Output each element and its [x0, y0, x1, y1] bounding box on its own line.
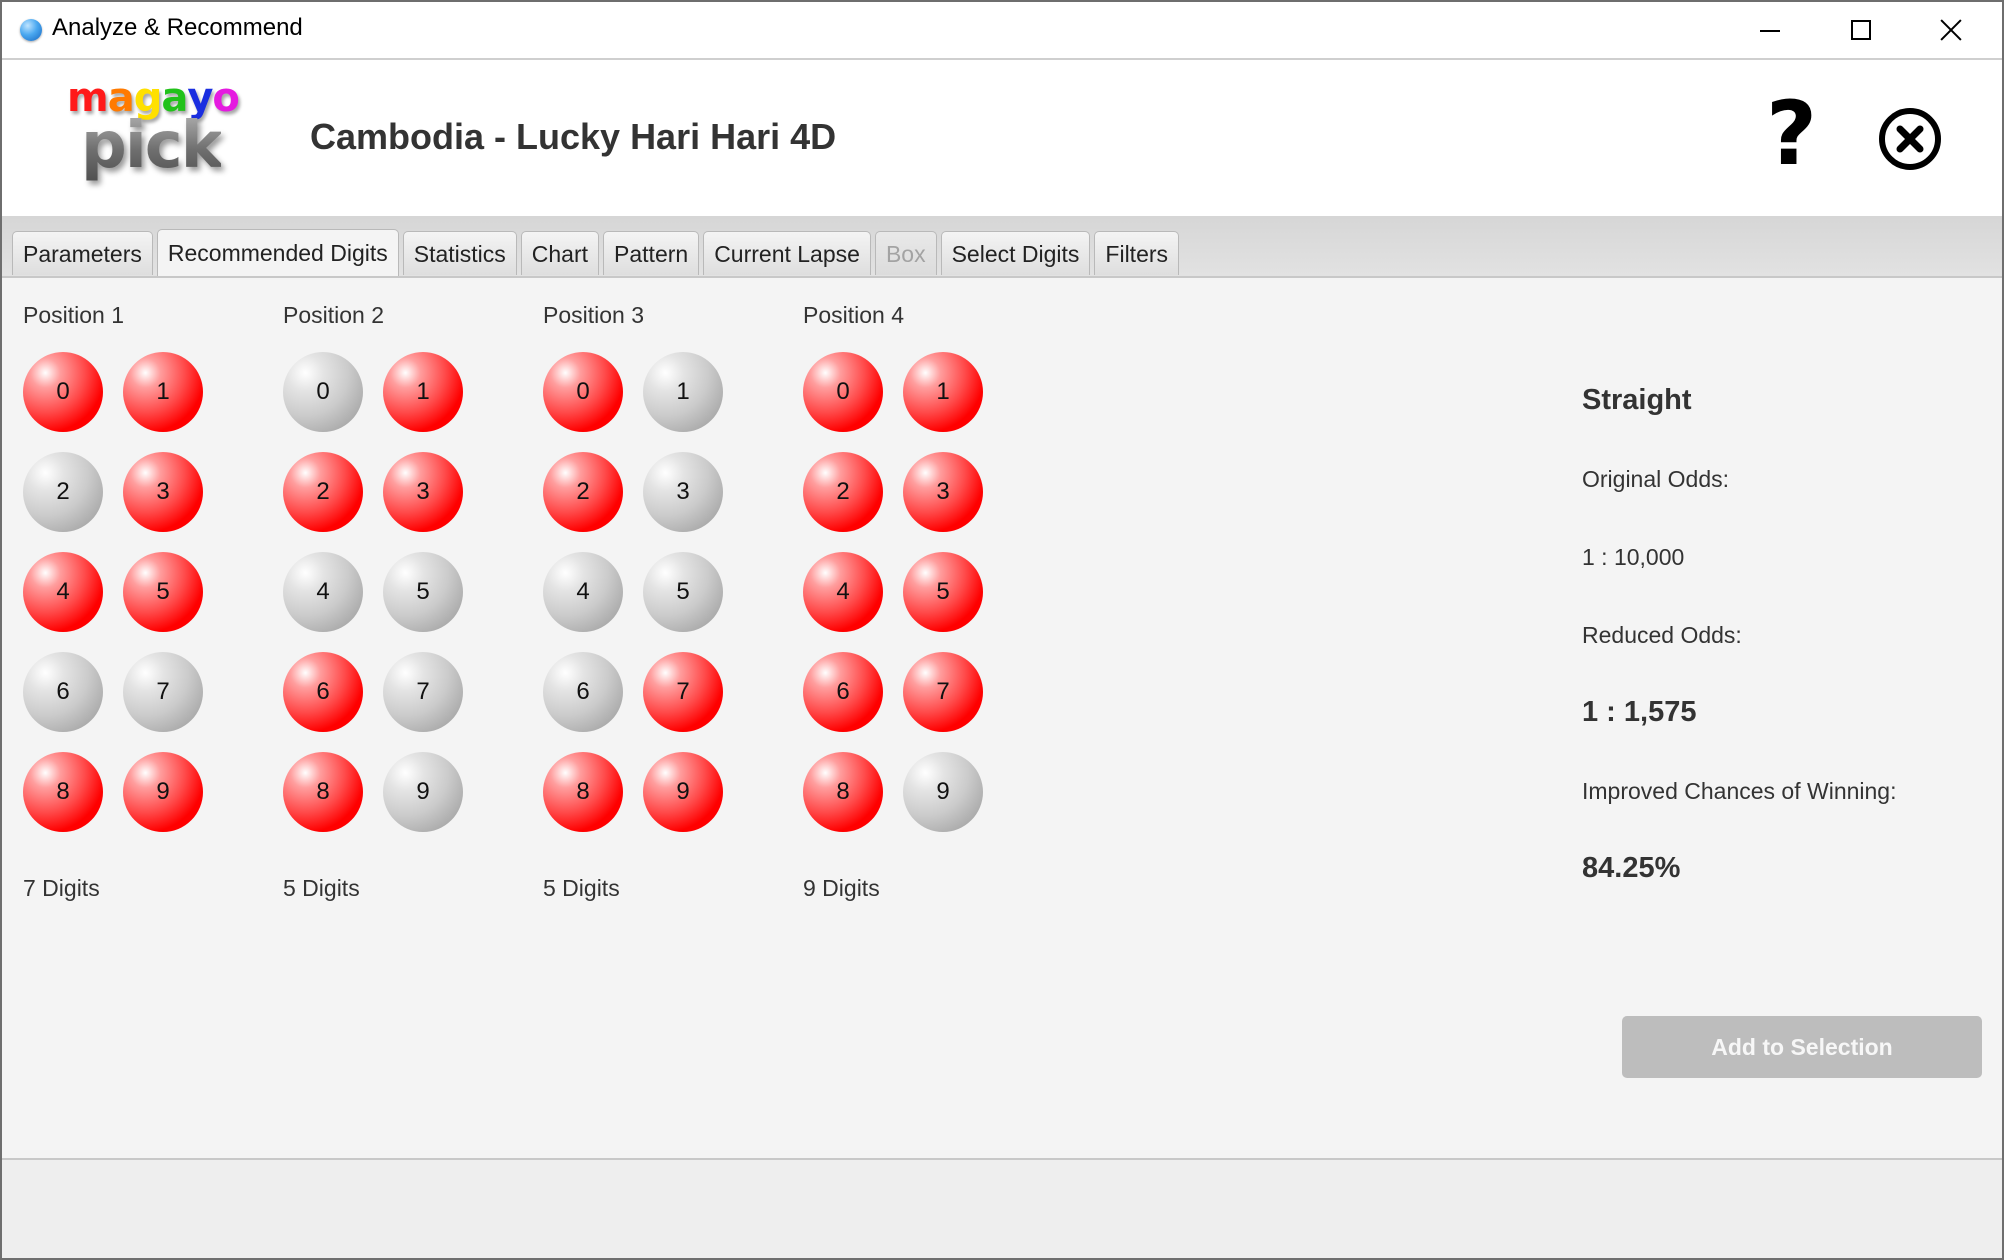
- digit-ball-3[interactable]: 3: [903, 452, 983, 532]
- bet-type-heading: Straight: [1582, 384, 1692, 416]
- improved-chances-label: Improved Chances of Winning:: [1582, 778, 1897, 804]
- digit-count-label: 7 Digits: [23, 875, 100, 901]
- digit-count-label: 5 Digits: [543, 875, 620, 901]
- title-bar: Analyze & Recommend: [2, 2, 2002, 60]
- window-close-button[interactable]: [1920, 10, 1980, 50]
- tab-bar: Parameters Recommended Digits Statistics Ch…: [2, 216, 2002, 278]
- digit-ball-3[interactable]: 3: [123, 452, 203, 532]
- header: magayo pick Cambodia - Lucky Hari Hari 4…: [2, 60, 2002, 216]
- digit-ball-1[interactable]: 1: [123, 352, 203, 432]
- digit-ball-2[interactable]: 2: [803, 452, 883, 532]
- digit-ball-9[interactable]: 9: [123, 752, 203, 832]
- digit-ball-8[interactable]: 8: [803, 752, 883, 832]
- position-label: Position 1: [23, 302, 125, 328]
- digit-ball-6[interactable]: 6: [283, 652, 363, 732]
- circle-x-icon: [1879, 108, 1941, 170]
- recommended-digits-panel: Position 101234567897 Digits Position 201…: [2, 278, 2002, 1158]
- tab-recommended-digits[interactable]: Recommended Digits: [156, 229, 399, 276]
- digit-ball-3[interactable]: 3: [383, 452, 463, 532]
- digit-count-label: 5 Digits: [283, 875, 360, 901]
- app-window: Analyze & Recommend magayo pick Cambodia…: [2, 2, 2002, 1258]
- digit-ball-8[interactable]: 8: [543, 752, 623, 832]
- logo-pick-text: pick: [81, 109, 223, 183]
- digit-ball-7[interactable]: 7: [383, 652, 463, 732]
- digit-ball-7[interactable]: 7: [123, 652, 203, 732]
- position-label: Position 2: [283, 302, 385, 328]
- tab-filters[interactable]: Filters: [1094, 231, 1180, 275]
- digit-ball-0[interactable]: 0: [543, 352, 623, 432]
- tab-current-lapse[interactable]: Current Lapse: [703, 231, 871, 275]
- digit-ball-5[interactable]: 5: [643, 552, 723, 632]
- reduced-odds-value: 1 : 1,575: [1582, 696, 1697, 728]
- digit-ball-0[interactable]: 0: [803, 352, 883, 432]
- close-panel-button[interactable]: [1877, 106, 1943, 172]
- digit-ball-0[interactable]: 0: [23, 352, 103, 432]
- add-to-selection-button[interactable]: Add to Selection: [1622, 1016, 1982, 1078]
- digit-ball-5[interactable]: 5: [383, 552, 463, 632]
- digit-ball-9[interactable]: 9: [643, 752, 723, 832]
- digit-ball-3[interactable]: 3: [643, 452, 723, 532]
- digit-ball-7[interactable]: 7: [643, 652, 723, 732]
- tab-statistics[interactable]: Statistics: [402, 231, 517, 275]
- digit-ball-6[interactable]: 6: [803, 652, 883, 732]
- digit-ball-0[interactable]: 0: [283, 352, 363, 432]
- digit-ball-2[interactable]: 2: [543, 452, 623, 532]
- original-odds-label: Original Odds:: [1582, 466, 1730, 492]
- digit-ball-7[interactable]: 7: [903, 652, 983, 732]
- improved-chances-value: 84.25%: [1582, 852, 1681, 884]
- tab-chart[interactable]: Chart: [520, 231, 600, 275]
- digit-ball-1[interactable]: 1: [643, 352, 723, 432]
- digit-ball-5[interactable]: 5: [123, 552, 203, 632]
- tab-box: Box: [874, 231, 937, 275]
- digit-ball-1[interactable]: 1: [903, 352, 983, 432]
- digit-ball-8[interactable]: 8: [23, 752, 103, 832]
- digit-ball-2[interactable]: 2: [283, 452, 363, 532]
- question-mark-icon: ?: [1766, 82, 1818, 185]
- digit-ball-4[interactable]: 4: [23, 552, 103, 632]
- tab-parameters[interactable]: Parameters: [12, 231, 153, 275]
- original-odds-value: 1 : 10,000: [1582, 544, 1685, 570]
- reduced-odds-label: Reduced Odds:: [1582, 622, 1742, 648]
- help-button[interactable]: ?: [1760, 90, 1826, 180]
- digit-ball-9[interactable]: 9: [903, 752, 983, 832]
- maximize-button[interactable]: [1827, 10, 1887, 50]
- digit-ball-4[interactable]: 4: [803, 552, 883, 632]
- digit-count-label: 9 Digits: [803, 875, 880, 901]
- window-title: Analyze & Recommend: [52, 14, 303, 41]
- tab-select-digits[interactable]: Select Digits: [940, 231, 1091, 275]
- app-sphere-icon: [20, 19, 42, 41]
- digit-ball-6[interactable]: 6: [543, 652, 623, 732]
- tab-pattern[interactable]: Pattern: [603, 231, 700, 275]
- digit-ball-9[interactable]: 9: [383, 752, 463, 832]
- magayo-pick-logo: magayo pick: [67, 75, 257, 195]
- digit-ball-8[interactable]: 8: [283, 752, 363, 832]
- position-label: Position 3: [543, 302, 645, 328]
- game-title: Cambodia - Lucky Hari Hari 4D: [310, 116, 837, 157]
- tab-list: Parameters Recommended Digits Statistics Ch…: [12, 229, 1180, 276]
- digit-ball-6[interactable]: 6: [23, 652, 103, 732]
- digit-ball-1[interactable]: 1: [383, 352, 463, 432]
- digit-ball-4[interactable]: 4: [543, 552, 623, 632]
- minimize-button[interactable]: [1737, 10, 1797, 50]
- status-bar: [2, 1158, 2002, 1258]
- digit-ball-2[interactable]: 2: [23, 452, 103, 532]
- digit-ball-5[interactable]: 5: [903, 552, 983, 632]
- position-label: Position 4: [803, 302, 905, 328]
- digit-ball-4[interactable]: 4: [283, 552, 363, 632]
